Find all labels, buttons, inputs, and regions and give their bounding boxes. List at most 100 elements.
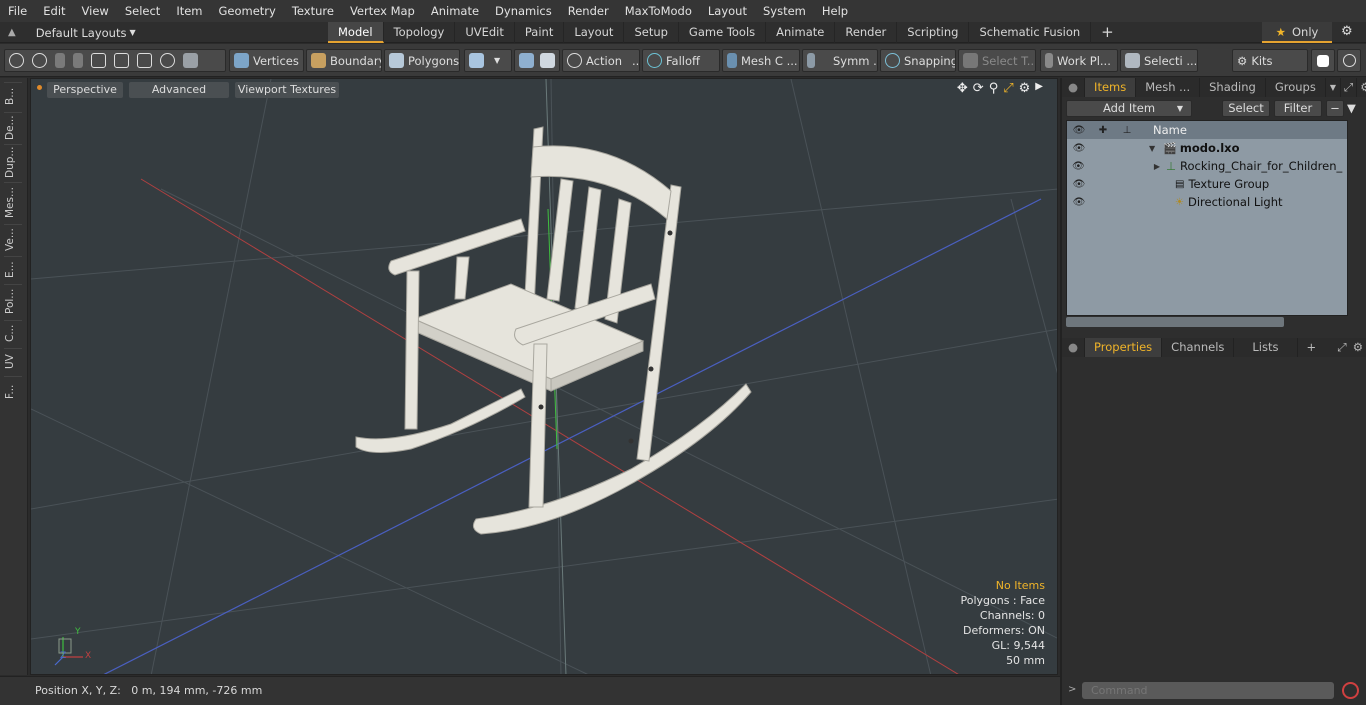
maximize-icon[interactable]: ⤢ <box>1003 81 1013 96</box>
menu-view[interactable]: View <box>74 0 117 22</box>
expand-arrow-icon[interactable]: ▼ <box>1149 144 1155 153</box>
select-through-button[interactable]: Select T... <box>958 49 1036 72</box>
record-icon[interactable] <box>1342 682 1359 699</box>
tab-groups[interactable]: Groups <box>1266 78 1326 97</box>
tab-render[interactable]: Render <box>835 22 898 43</box>
tab-model[interactable]: Model <box>328 22 384 43</box>
shield-white-icon[interactable] <box>540 53 555 68</box>
viewport-dot-icon[interactable] <box>37 85 42 90</box>
menu-maxtomodo[interactable]: MaxToModo <box>617 0 700 22</box>
tab-items[interactable]: Items <box>1085 78 1137 97</box>
menu-file[interactable]: File <box>0 0 35 22</box>
panel-dot-icon[interactable]: ● <box>1062 78 1086 97</box>
mesh-constraint-button[interactable]: Mesh C ... <box>722 49 800 72</box>
align-icon[interactable] <box>91 53 106 68</box>
filter-funnel-icon[interactable]: ▼ <box>1347 101 1361 116</box>
panel-dot-icon[interactable]: ● <box>1062 338 1086 357</box>
shield-icon[interactable] <box>183 53 198 68</box>
menu-geometry[interactable]: Geometry <box>211 0 284 22</box>
pie-icon[interactable] <box>160 53 175 68</box>
menu-select[interactable]: Select <box>117 0 168 22</box>
menu-vertex-map[interactable]: Vertex Map <box>342 0 423 22</box>
tab-channels[interactable]: Channels <box>1162 338 1235 357</box>
viewport-gear-icon[interactable]: ⚙ <box>1019 81 1031 96</box>
item-mode-button[interactable]: ▼ <box>464 49 512 72</box>
left-tab-polygon[interactable]: Pol... <box>4 284 22 318</box>
center-icon[interactable] <box>114 53 129 68</box>
symmetry-button[interactable]: Symm ... <box>802 49 878 72</box>
selection-sets-button[interactable]: Selecti ... <box>1120 49 1198 72</box>
menu-animate[interactable]: Animate <box>423 0 487 22</box>
tab-topology[interactable]: Topology <box>384 22 456 43</box>
left-tab-mesh-edit[interactable]: Mes... <box>4 182 22 222</box>
boundary-button[interactable]: Boundary <box>306 49 382 72</box>
tab-setup[interactable]: Setup <box>624 22 679 43</box>
menu-dynamics[interactable]: Dynamics <box>487 0 560 22</box>
vertices-button[interactable]: Vertices <box>229 49 304 72</box>
menu-system[interactable]: System <box>755 0 814 22</box>
left-tab-edge[interactable]: E... <box>4 256 22 282</box>
tab-mesh[interactable]: Mesh ... <box>1136 78 1201 97</box>
menu-texture[interactable]: Texture <box>284 0 342 22</box>
pen-icon[interactable] <box>55 53 65 68</box>
add-tab-icon[interactable]: + <box>1091 22 1124 43</box>
circle-select-icon[interactable] <box>9 53 24 68</box>
snapping-button[interactable]: Snapping <box>880 49 956 72</box>
menu-edit[interactable]: Edit <box>35 0 73 22</box>
menu-layout[interactable]: Layout <box>700 0 755 22</box>
tab-scripting[interactable]: Scripting <box>897 22 970 43</box>
perspective-button[interactable]: Perspective <box>47 82 123 98</box>
layout-selector[interactable]: ▲ Default Layouts ▼ <box>8 22 136 43</box>
add-item-button[interactable]: Add Item ▼ <box>1066 100 1192 117</box>
move-view-icon[interactable]: ✥ <box>957 81 968 96</box>
unreal-button[interactable] <box>1337 49 1361 72</box>
eye-icon[interactable]: 👁 <box>1067 143 1091 154</box>
menu-render[interactable]: Render <box>560 0 617 22</box>
3d-viewport[interactable]: Y X Z Perspective Advanced Viewport Text… <box>30 78 1058 675</box>
left-tab-basic[interactable]: B... <box>4 82 22 110</box>
command-input[interactable] <box>1082 682 1334 699</box>
items-tree-scrollbar[interactable] <box>1066 317 1284 327</box>
tab-uvedit[interactable]: UVEdit <box>455 22 515 43</box>
panel-gear-icon[interactable]: ⚙ <box>1350 338 1366 357</box>
left-tab-fusion[interactable]: F... <box>4 376 22 406</box>
left-tab-deform[interactable]: De... <box>4 112 22 142</box>
left-tab-vertex[interactable]: Ve... <box>4 224 22 254</box>
shield-blue-icon[interactable] <box>519 53 534 68</box>
action-button[interactable]: Action ... <box>562 49 640 72</box>
layout-up-icon[interactable]: ▲ <box>8 27 16 38</box>
expand-icon[interactable]: ⤢ <box>1341 78 1358 97</box>
left-tab-uv[interactable]: UV <box>4 348 22 374</box>
tab-lists[interactable]: Lists <box>1234 338 1298 357</box>
panel-gear-icon[interactable]: ⚙ <box>1357 78 1366 97</box>
eye-icon[interactable]: 👁 <box>1067 161 1090 172</box>
add-panel-tab-icon[interactable]: + <box>1298 338 1326 357</box>
globe-icon[interactable] <box>32 53 47 68</box>
rocking-chair-model[interactable] <box>355 126 752 535</box>
tab-animate[interactable]: Animate <box>766 22 836 43</box>
viewport-scene[interactable] <box>31 79 1058 675</box>
tab-properties[interactable]: Properties <box>1085 338 1163 357</box>
work-plane-button[interactable]: Work Pl... <box>1040 49 1118 72</box>
menu-help[interactable]: Help <box>814 0 856 22</box>
square-circle-icon[interactable] <box>137 53 152 68</box>
chevron-down-icon[interactable]: ▼ <box>1326 78 1342 97</box>
eye-icon[interactable]: 👁 <box>1067 197 1091 208</box>
only-toggle[interactable]: ★ Only <box>1262 22 1332 43</box>
select-button[interactable]: Select <box>1222 100 1270 117</box>
polygons-button[interactable]: Polygons <box>384 49 460 72</box>
tab-game-tools[interactable]: Game Tools <box>679 22 767 43</box>
rotate-view-icon[interactable]: ⟳ <box>973 81 984 96</box>
tree-row-mesh[interactable]: 👁 ▶ ⊥ Rocking_Chair_for_Children_ ... <box>1067 157 1347 175</box>
unity-button[interactable] <box>1311 49 1335 72</box>
viewport-arrow-icon[interactable]: ▶ <box>1035 81 1043 96</box>
gear-icon[interactable]: ⚙ <box>1341 24 1353 39</box>
tab-paint[interactable]: Paint <box>515 22 565 43</box>
kits-button[interactable]: ⚙ Kits <box>1232 49 1308 72</box>
left-tab-duplicate[interactable]: Dup... <box>4 144 22 180</box>
collapse-arrow-icon[interactable]: ▶ <box>1154 162 1160 171</box>
eye-icon[interactable]: 👁 <box>1067 179 1091 190</box>
zoom-view-icon[interactable]: ⚲ <box>989 81 999 96</box>
left-tab-curve[interactable]: C... <box>4 320 22 346</box>
advanced-button[interactable]: Advanced <box>129 82 229 98</box>
